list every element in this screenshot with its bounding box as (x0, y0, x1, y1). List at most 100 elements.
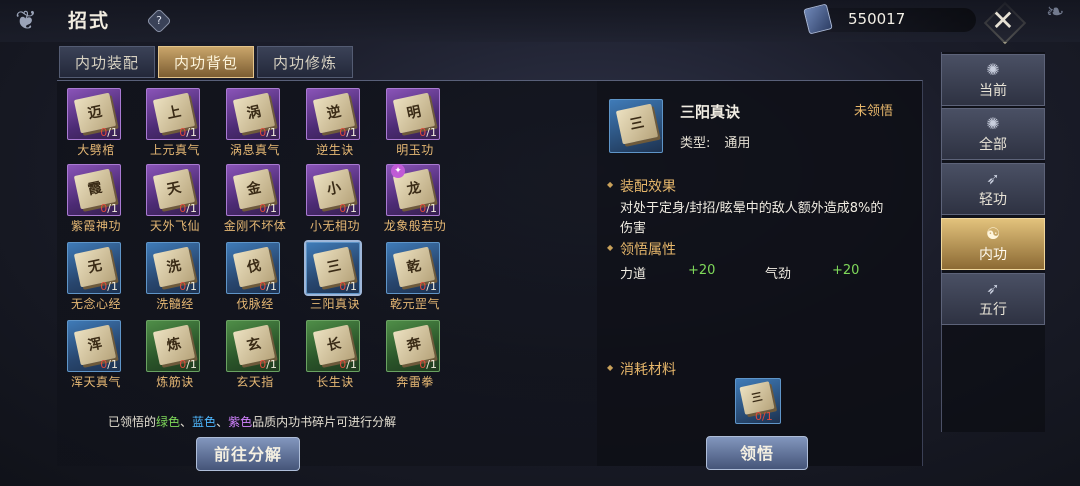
detail-status: 未领悟 (854, 104, 894, 119)
item-slot[interactable]: 无 0/1 (67, 242, 121, 294)
inventory-item[interactable]: 明 0/1 明玉功 (376, 84, 454, 160)
item-name: 玄天指 (236, 375, 274, 389)
inventory-item[interactable]: 龙 0/1 ✦ 龙象般若功 (376, 160, 454, 236)
item-count: 0/1 (179, 358, 197, 371)
inventory-item[interactable]: 三 0/1 三阳真诀 (296, 238, 374, 314)
item-count: 0/1 (259, 280, 277, 293)
item-count: 0/1 (339, 126, 357, 139)
item-slot[interactable]: 天 0/1 (146, 164, 200, 216)
inventory-item[interactable]: 涡 0/1 涡息真气 (216, 84, 294, 160)
close-icon[interactable]: ✕ (991, 4, 1014, 37)
hint-blue: 蓝色 (192, 415, 217, 429)
item-name: 长生诀 (316, 375, 354, 389)
item-count: 0/1 (259, 202, 277, 215)
item-slot[interactable]: 上 0/1 (146, 88, 200, 140)
item-slot[interactable]: 玄 0/1 (226, 320, 280, 372)
item-count-need: /1 (346, 280, 357, 293)
attr-strength-value: +20 (688, 263, 715, 278)
wing-icon: ❦ (15, 6, 37, 36)
inventory-item[interactable]: 炼 0/1 炼筋诀 (136, 316, 214, 392)
attr-value: +20 (832, 263, 860, 278)
inventory-item[interactable]: 天 0/1 天外飞仙 (136, 160, 214, 236)
attr-section-title: 领悟属性 (607, 239, 676, 259)
type-value: 通用 (724, 136, 751, 151)
hint-sep: 、 (180, 415, 193, 429)
inventory-item[interactable]: 长 0/1 长生诀 (296, 316, 374, 392)
inventory-item[interactable]: 无 0/1 无念心经 (57, 238, 135, 314)
item-slot[interactable]: 伐 0/1 (226, 242, 280, 294)
item-slot[interactable]: 明 0/1 (386, 88, 440, 140)
item-name: 三阳真诀 (309, 297, 360, 311)
item-slot[interactable]: 炼 0/1 (146, 320, 200, 372)
go-decompose-button[interactable]: 前往分解 (196, 437, 300, 471)
item-name: 天外飞仙 (149, 219, 200, 233)
type-label: 类型: (680, 136, 711, 151)
item-slot[interactable]: 龙 0/1 ✦ (386, 164, 440, 216)
category-0[interactable]: ✺ 当前 (941, 54, 1045, 106)
item-slot[interactable]: 逆 0/1 (306, 88, 360, 140)
inventory-item[interactable]: 浑 0/1 浑天真气 (57, 316, 135, 392)
category-label: 全部 (979, 137, 1007, 153)
category-3[interactable]: ☯ 内功 (941, 218, 1045, 270)
item-slot[interactable]: 霞 0/1 (67, 164, 121, 216)
tab-neigong-train[interactable]: 内功修炼 (257, 46, 353, 78)
detail-item-icon: 三 (609, 99, 663, 153)
item-slot[interactable]: 乾 0/1 (386, 242, 440, 294)
help-icon[interactable]: ? (151, 13, 167, 29)
item-slot[interactable]: 涡 0/1 (226, 88, 280, 140)
item-count-need: /1 (107, 202, 118, 215)
inventory-item[interactable]: 伐 0/1 伐脉经 (216, 238, 294, 314)
item-name: 明玉功 (396, 143, 434, 157)
close-button[interactable]: ✕ (981, 2, 1025, 40)
item-name: 大劈棺 (77, 143, 115, 157)
tab-neigong-equip[interactable]: 内功装配 (59, 46, 155, 78)
inventory-item[interactable]: 金 0/1 金刚不坏体 (216, 160, 294, 236)
item-name: 上元真气 (149, 143, 200, 157)
effect-text: 对处于定身/封招/眩晕中的敌人额外造成8%的伤害 (620, 201, 884, 236)
item-count-need: /1 (426, 126, 437, 139)
category-2[interactable]: ➶ 轻功 (941, 163, 1045, 215)
item-name: 奔雷拳 (396, 375, 434, 389)
item-slot[interactable]: 小 0/1 (306, 164, 360, 216)
inventory-item[interactable]: 上 0/1 上元真气 (136, 84, 214, 160)
inventory-item[interactable]: 洗 0/1 洗髓经 (136, 238, 214, 314)
item-count: 0/1 (179, 202, 197, 215)
item-count-need: /1 (107, 126, 118, 139)
item-slot[interactable]: 长 0/1 (306, 320, 360, 372)
item-name: 伐脉经 (236, 297, 274, 311)
item-count: 0/1 (259, 126, 277, 139)
item-count-need: /1 (266, 358, 277, 371)
item-count-need: /1 (426, 202, 437, 215)
item-slot[interactable]: 奔 0/1 (386, 320, 440, 372)
inventory-item[interactable]: 玄 0/1 玄天指 (216, 316, 294, 392)
hint-text: 品质内功书碎片可进行分解 (252, 415, 397, 429)
item-count: 0/1 (419, 280, 437, 293)
category-4[interactable]: ➶ 五行 (941, 273, 1045, 325)
item-count-need: /1 (346, 358, 357, 371)
item-slot[interactable]: 洗 0/1 (146, 242, 200, 294)
cloud-ornament-icon: ❧ (1046, 0, 1065, 25)
category-emblem-icon: ➶ (986, 279, 1000, 298)
item-slot[interactable]: 三 0/1 (306, 242, 360, 294)
item-count-need: /1 (107, 358, 118, 371)
currency-value: 550017 (848, 10, 906, 28)
new-badge-icon: ✦ (391, 164, 405, 178)
item-count: 0/1 (100, 280, 118, 293)
item-slot[interactable]: 迈 0/1 (67, 88, 121, 140)
inventory-item[interactable]: 小 0/1 小无相功 (296, 160, 374, 236)
inventory-item[interactable]: 乾 0/1 乾元罡气 (376, 238, 454, 314)
inventory-item[interactable]: 奔 0/1 奔雷拳 (376, 316, 454, 392)
inventory-item[interactable]: 霞 0/1 紫霞神功 (57, 160, 135, 236)
tab-neigong-bag[interactable]: 内功背包 (158, 46, 254, 78)
item-slot[interactable]: 金 0/1 (226, 164, 280, 216)
comprehend-button[interactable]: 领悟 (706, 436, 808, 470)
item-count: 0/1 (100, 126, 118, 139)
category-label: 五行 (979, 302, 1007, 318)
item-count: 0/1 (419, 126, 437, 139)
item-slot[interactable]: 浑 0/1 (67, 320, 121, 372)
item-count-need: /1 (266, 280, 277, 293)
inventory-item[interactable]: 迈 0/1 大劈棺 (57, 84, 135, 160)
category-1[interactable]: ✺ 全部 (941, 108, 1045, 160)
inventory-item[interactable]: 逆 0/1 逆生诀 (296, 84, 374, 160)
item-name: 紫霞神功 (70, 219, 121, 233)
